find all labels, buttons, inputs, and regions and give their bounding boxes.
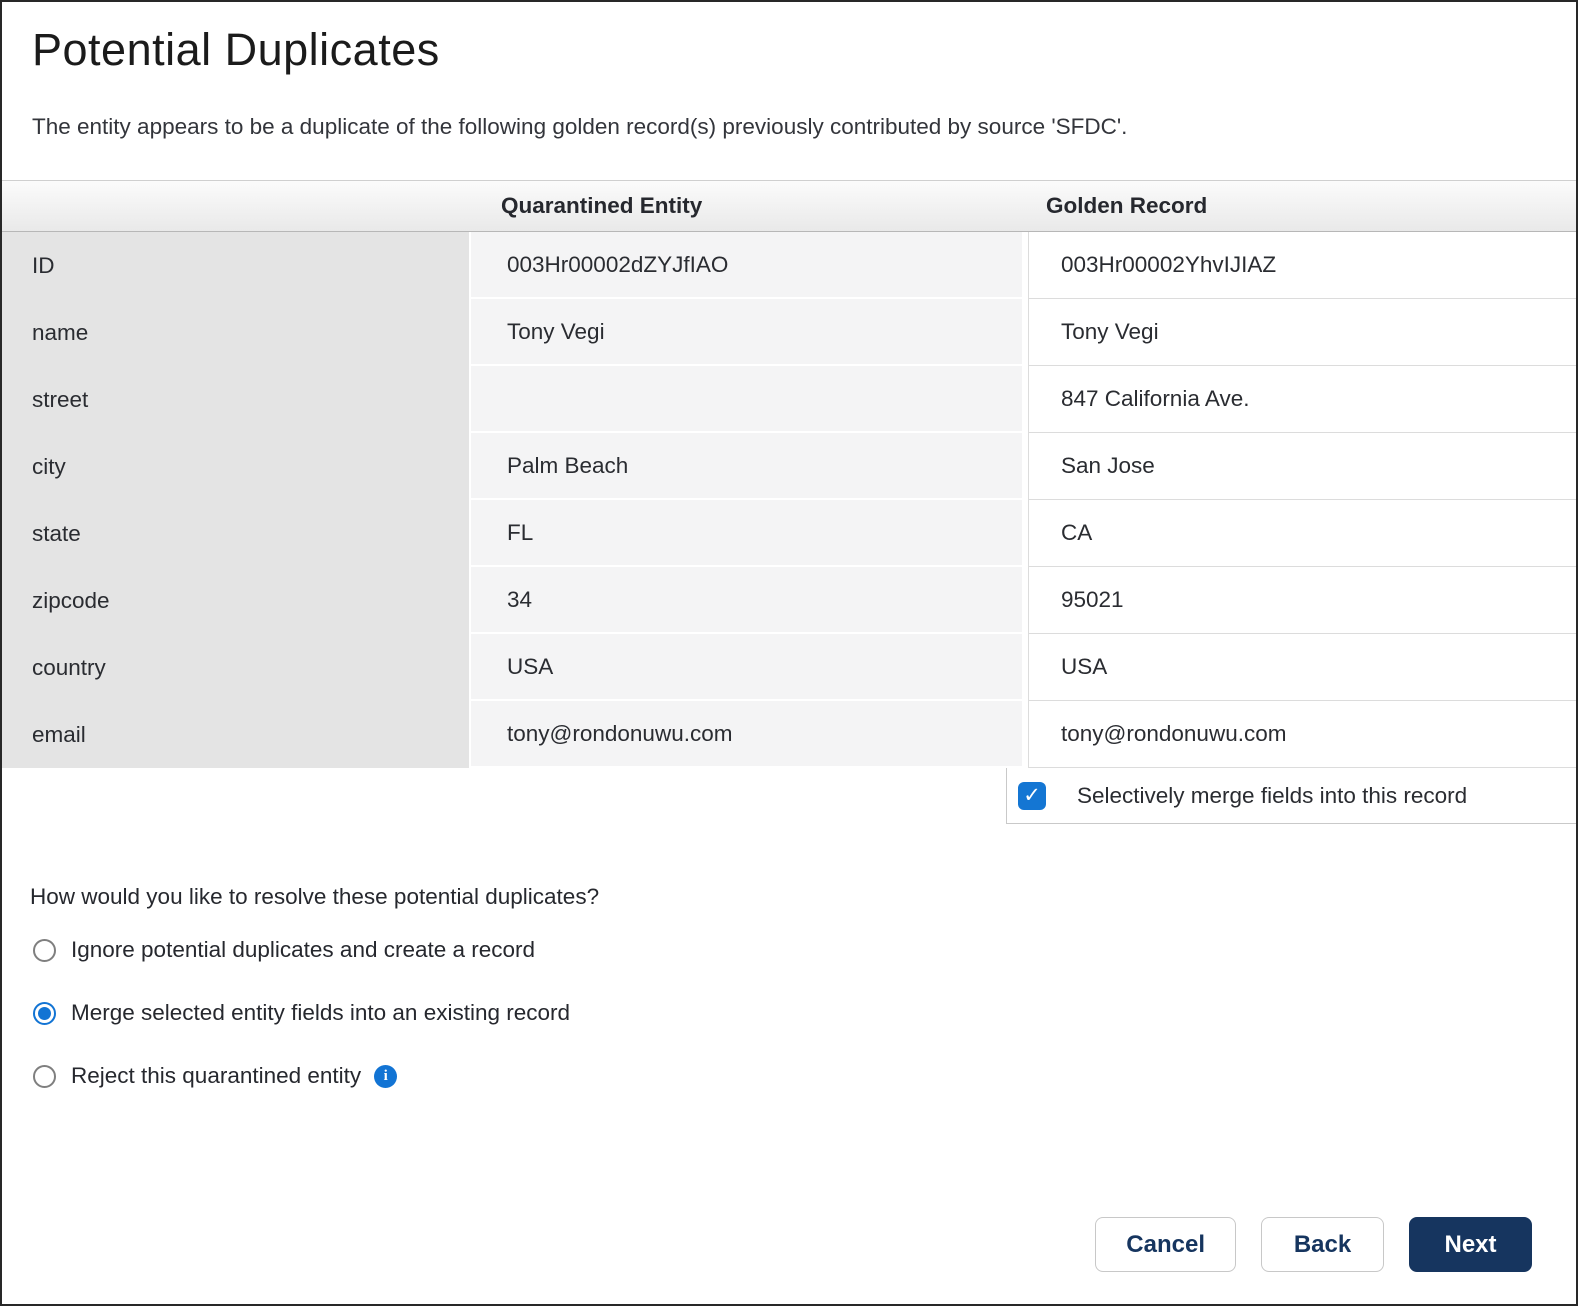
quarantined-city: Palm Beach	[471, 433, 1028, 500]
quarantined-state: FL	[471, 500, 1028, 567]
quarantined-id: 003Hr00002dZYJfIAO	[471, 232, 1028, 299]
golden-id: 003Hr00002YhvIJIAZ	[1028, 232, 1576, 299]
next-button[interactable]: Next	[1409, 1217, 1532, 1272]
potential-duplicates-dialog: Potential Duplicates The entity appears …	[0, 0, 1578, 1306]
intro-text: The entity appears to be a duplicate of …	[32, 114, 1128, 139]
page-title: Potential Duplicates	[32, 24, 440, 75]
footer-actions: Cancel Back Next	[1095, 1217, 1532, 1272]
row-label-zipcode: zipcode	[2, 567, 471, 634]
golden-email: tony@rondonuwu.com	[1028, 701, 1576, 768]
row-label-state: state	[2, 500, 471, 567]
option-merge-label[interactable]: Merge selected entity fields into an exi…	[71, 1000, 570, 1026]
golden-zipcode: 95021	[1028, 567, 1576, 634]
row-label-street: street	[2, 366, 471, 433]
radio-button-ignore[interactable]	[33, 938, 56, 962]
option-merge-fields[interactable]: Merge selected entity fields into an exi…	[2, 999, 1576, 1027]
quarantined-email: tony@rondonuwu.com	[471, 701, 1028, 768]
resolution-options: Ignore potential duplicates and create a…	[2, 936, 1576, 1090]
table-header-row: Quarantined Entity Golden Record	[2, 180, 1576, 232]
golden-state: CA	[1028, 500, 1576, 567]
quarantined-street	[471, 366, 1028, 433]
row-label-country: country	[2, 634, 471, 701]
selective-merge-label[interactable]: Selectively merge fields into this recor…	[1077, 783, 1467, 809]
golden-name: Tony Vegi	[1028, 299, 1576, 366]
option-ignore-duplicates[interactable]: Ignore potential duplicates and create a…	[2, 936, 1576, 964]
resolution-question: How would you like to resolve these pote…	[30, 884, 600, 909]
selective-merge-checkbox[interactable]: ✓	[1018, 781, 1046, 810]
row-label-name: name	[2, 299, 471, 366]
duplicates-comparison-table: Quarantined Entity Golden Record ID 003H…	[2, 180, 1576, 824]
option-ignore-label[interactable]: Ignore potential duplicates and create a…	[71, 937, 535, 963]
back-button[interactable]: Back	[1261, 1217, 1384, 1272]
quarantined-name: Tony Vegi	[471, 299, 1028, 366]
column-header-golden-record: Golden Record	[1046, 193, 1208, 218]
row-label-id: ID	[2, 232, 471, 299]
quarantined-country: USA	[471, 634, 1028, 701]
radio-button-reject[interactable]	[33, 1064, 56, 1088]
column-header-quarantined-entity: Quarantined Entity	[501, 193, 703, 218]
check-icon: ✓	[1023, 784, 1041, 807]
quarantined-zipcode: 34	[471, 567, 1028, 634]
option-reject-entity[interactable]: Reject this quarantined entity i	[2, 1062, 1576, 1090]
row-label-city: city	[2, 433, 471, 500]
selective-merge-cell: ✓ Selectively merge fields into this rec…	[1006, 768, 1576, 824]
table-body: ID 003Hr00002dZYJfIAO 003Hr00002YhvIJIAZ…	[2, 232, 1576, 768]
info-icon[interactable]: i	[374, 1064, 398, 1088]
option-reject-label[interactable]: Reject this quarantined entity	[71, 1063, 361, 1089]
golden-country: USA	[1028, 634, 1576, 701]
cancel-button[interactable]: Cancel	[1095, 1217, 1236, 1272]
golden-city: San Jose	[1028, 433, 1576, 500]
row-label-email: email	[2, 701, 471, 768]
radio-button-merge[interactable]	[33, 1001, 56, 1025]
golden-street: 847 California Ave.	[1028, 366, 1576, 433]
